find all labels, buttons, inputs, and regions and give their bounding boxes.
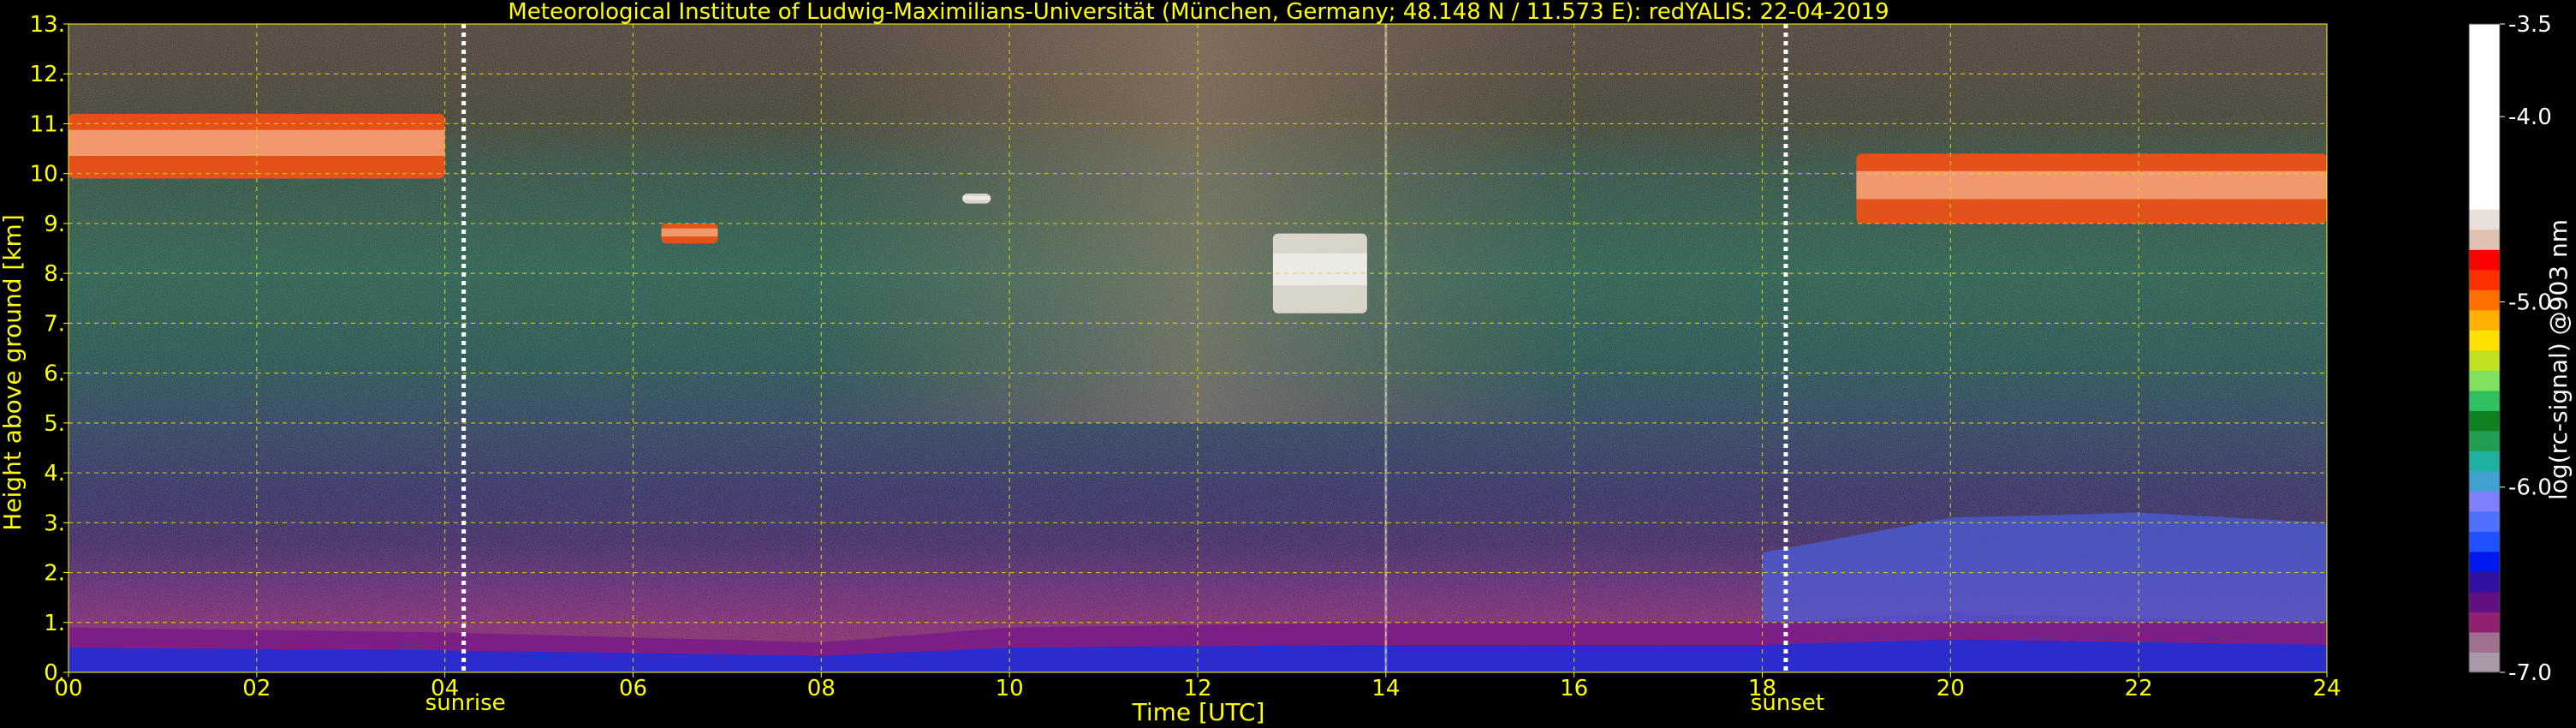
y-tick-label: 8. (44, 261, 65, 287)
colorbar-label: log(rc-signal) @903 nm (2544, 219, 2573, 500)
colorbar-swatch (2469, 330, 2500, 351)
colorbar-swatch (2469, 229, 2500, 250)
colorbar-swatch (2469, 571, 2500, 593)
colorbar-swatch (2469, 390, 2500, 411)
colorbar-swatch (2469, 491, 2500, 512)
colorbar-swatch (2469, 612, 2500, 633)
x-tick-label: 06 (619, 676, 647, 701)
colorbar-tick-label: -7.0 (2508, 660, 2552, 686)
x-tick-label: 04 (431, 676, 459, 701)
y-tick-label: 3. (44, 510, 65, 536)
x-tick-label: 08 (807, 676, 836, 701)
colorbar-swatch (2469, 24, 2500, 210)
colorbar-swatch (2469, 249, 2500, 271)
y-tick-label: 11. (30, 111, 65, 137)
colorbar: -3.5-4.0-5.0-6.0-7.0 (2468, 12, 2552, 686)
x-tick-label: 16 (1560, 676, 1588, 701)
colorbar-swatch (2469, 269, 2500, 290)
x-tick-label: 20 (1936, 676, 1965, 701)
x-tick-label: 18 (1748, 676, 1776, 701)
chart-title: Meteorological Institute of Ludwig-Maxim… (508, 0, 1889, 25)
colorbar-swatch (2469, 430, 2500, 451)
y-tick-label: 1. (44, 611, 65, 636)
x-tick-label: 02 (242, 676, 271, 701)
colorbar-tick-label: -3.5 (2508, 12, 2552, 38)
x-axis-label: Time [UTC] (1132, 698, 1265, 726)
y-axis-label: Height above ground [km] (0, 214, 27, 531)
colorbar-swatch (2469, 289, 2500, 311)
colorbar-swatch (2469, 451, 2500, 472)
colorbar-swatch (2469, 370, 2500, 391)
x-tick-label: 14 (1371, 676, 1400, 701)
y-tick-label: 4. (44, 461, 65, 486)
y-tick-label: 9. (44, 212, 65, 237)
colorbar-swatch (2469, 410, 2500, 432)
x-tick-label: 10 (996, 676, 1024, 701)
colorbar-swatch (2469, 349, 2500, 371)
x-tick-label: 24 (2312, 676, 2341, 701)
colorbar-swatch (2469, 631, 2500, 653)
colorbar-swatch (2469, 591, 2500, 612)
y-tick-label: 7. (44, 311, 65, 337)
x-tick-label: 22 (2125, 676, 2153, 701)
lidar-backscatter-chart: Meteorological Institute of Ludwig-Maxim… (0, 0, 2573, 726)
y-tick-label: 13. (30, 12, 65, 38)
colorbar-swatch (2469, 551, 2500, 572)
y-tick-label: 12. (30, 62, 65, 87)
y-tick-label: 10. (30, 162, 65, 188)
colorbar-swatch (2469, 470, 2500, 492)
colorbar-swatch (2469, 309, 2500, 331)
colorbar-swatch (2469, 209, 2500, 230)
colorbar-swatch (2469, 531, 2500, 552)
colorbar-swatch (2469, 510, 2500, 532)
colorbar-swatch (2469, 652, 2500, 673)
y-tick-label: 6. (44, 361, 65, 387)
cloud-core-4 (1856, 170, 2327, 200)
cloud-core-3 (1272, 253, 1367, 286)
y-tick-label: 2. (44, 561, 65, 587)
x-axis-ticks: 00 02 04 06 08 10 12 14 16 18 20 22 24 (54, 672, 2341, 701)
colorbar-tick-label: -4.0 (2508, 104, 2552, 130)
y-tick-label: 0. (44, 660, 65, 686)
y-axis-ticks: 0. 1. 2. 3. 4. 5. 6. 7. 8. 9. 10. 11. 12. 13. (30, 12, 68, 686)
cloud-core-2 (962, 195, 991, 200)
cloud-core-0 (68, 129, 445, 157)
y-tick-label: 5. (44, 411, 65, 437)
cloud-core-1 (661, 228, 718, 237)
